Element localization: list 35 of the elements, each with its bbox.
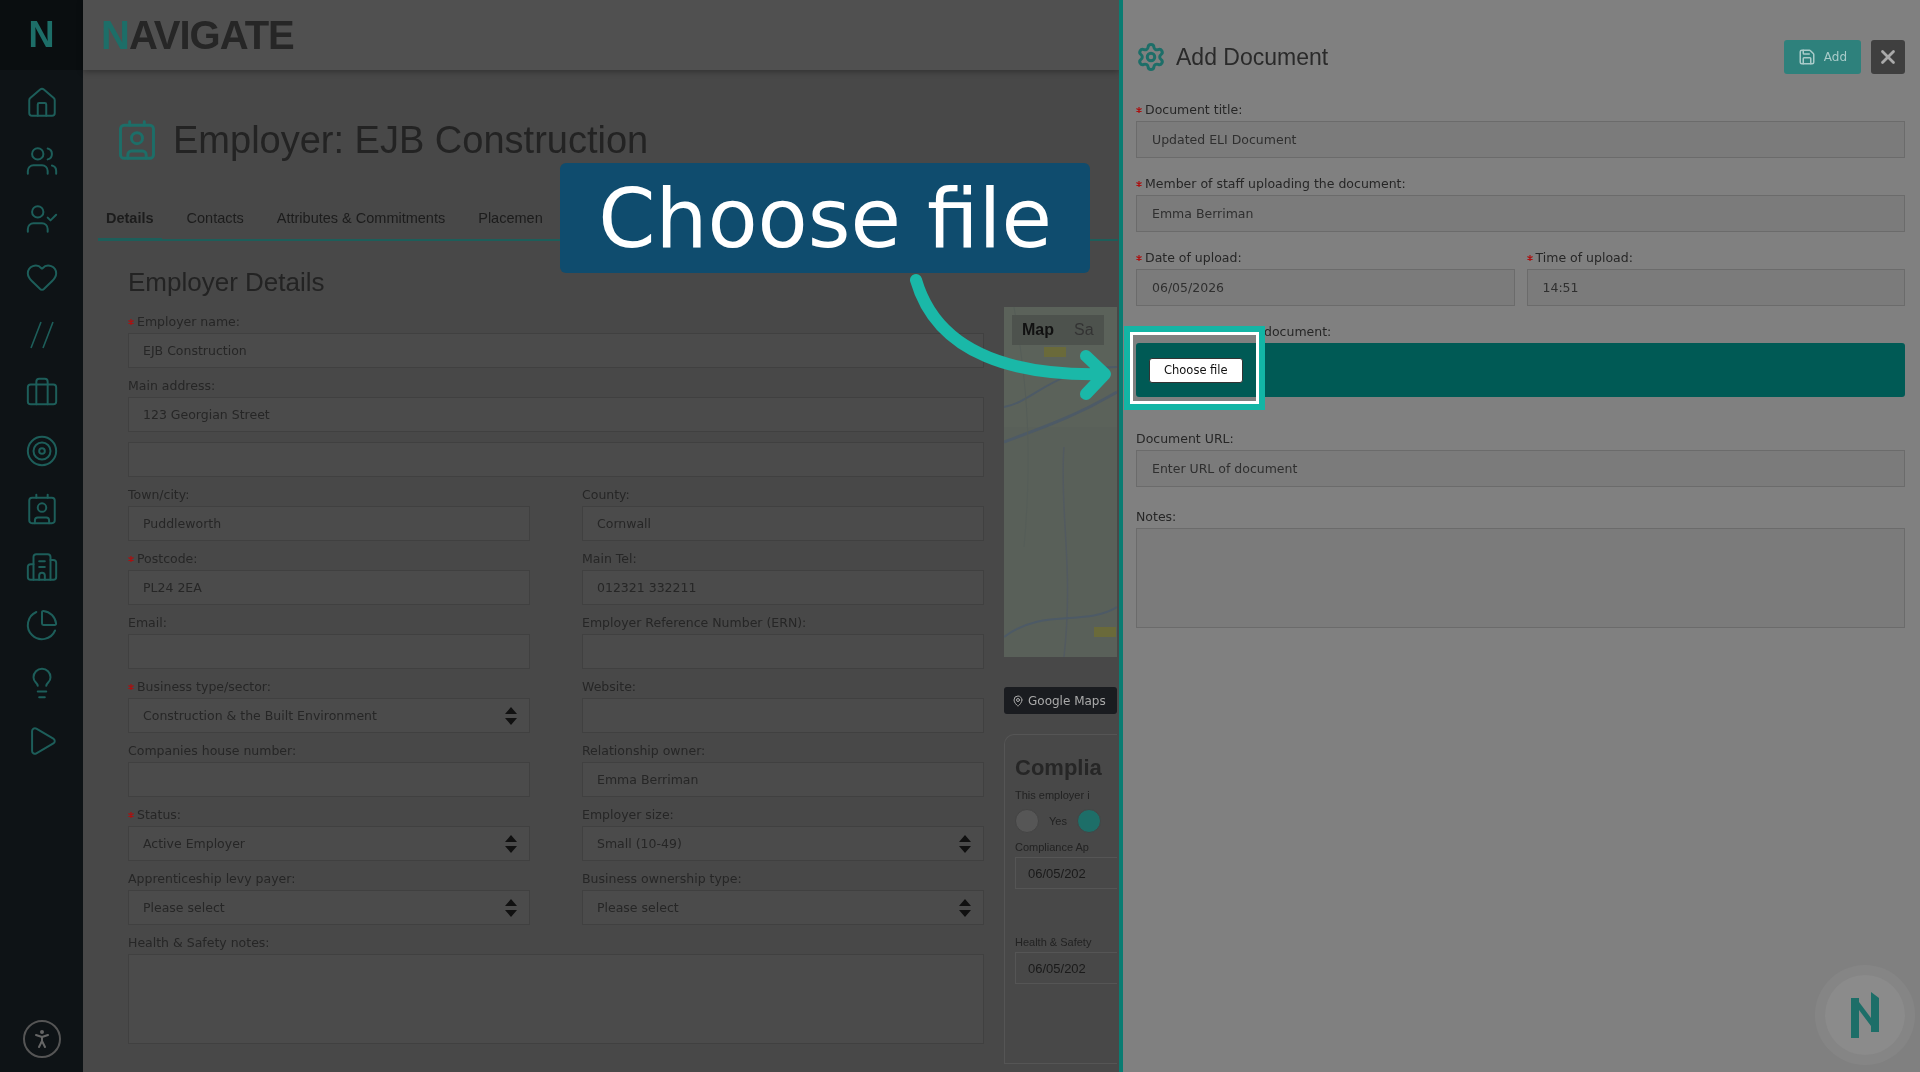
field-label: Notes: [1136,509,1178,524]
building-icon[interactable] [24,550,59,584]
file-upload-field[interactable]: Choose file [1136,343,1905,397]
field-label: Time of upload: [1535,250,1633,265]
accessibility-button[interactable] [22,1020,61,1058]
input-field[interactable]: 06/05/2026 [1136,269,1515,306]
target-icon[interactable] [24,434,59,468]
google-maps-button[interactable]: Google Maps [1004,687,1117,714]
sort-icon [959,898,971,917]
sort-icon [505,834,517,853]
field-label: Date of upload: [1145,250,1242,265]
users-icon[interactable] [24,144,59,178]
user-check-icon[interactable] [24,202,59,236]
input-field[interactable]: 14:51 [1526,269,1905,306]
sort-icon [505,898,517,917]
close-button[interactable] [1871,40,1905,74]
input-field[interactable]: Updated ELI Document [1136,121,1905,158]
add-button[interactable]: Add [1783,40,1861,74]
save-icon [1797,48,1816,66]
pie-chart-icon[interactable] [24,608,59,642]
panel-title: Add Document [1176,43,1330,71]
choose-file-button[interactable]: Choose file [1149,357,1243,383]
input-field[interactable]: Enter URL of document [1136,450,1905,487]
radio-button[interactable] [1076,809,1101,833]
field-label: Document title: [1145,102,1243,117]
field-label: Member of staff uploading the document: [1145,176,1406,191]
input-field[interactable]: Emma Berriman [1136,195,1905,232]
callout: Choose file [560,163,1090,273]
sort-icon [959,834,971,853]
field-label: Document URL: [1136,431,1235,446]
sort-icon [505,706,517,725]
map-pin-icon [1012,694,1024,707]
field-label: document: [1263,324,1333,339]
map-type-tab[interactable]: Map [1012,315,1064,345]
app-logo[interactable]: N [0,0,83,70]
